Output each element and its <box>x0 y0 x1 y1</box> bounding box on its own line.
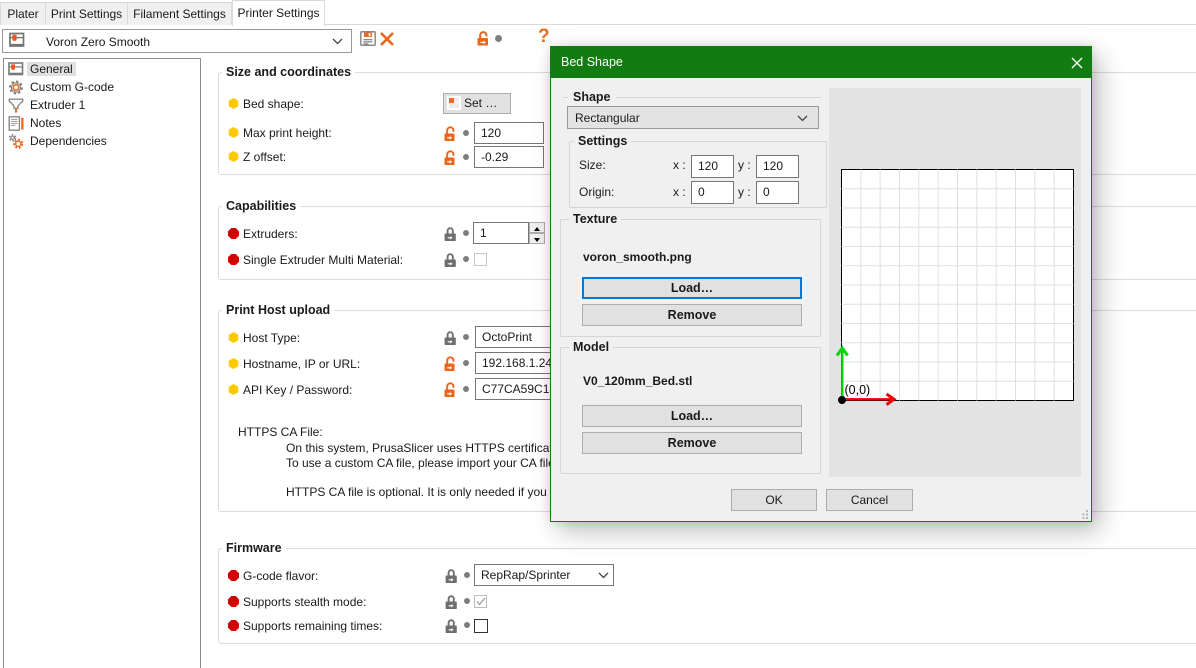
svg-text:(0,0): (0,0) <box>845 383 871 397</box>
